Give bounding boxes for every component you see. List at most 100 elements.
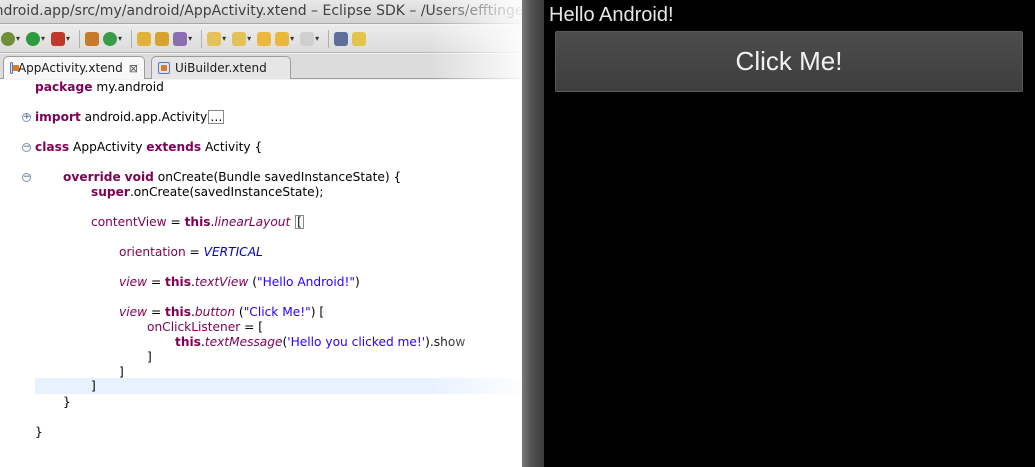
property: view [119, 305, 148, 319]
play-icon [26, 31, 41, 46]
chevron-down-icon[interactable]: ▾ [16, 34, 20, 43]
debug-button[interactable]: ▾ [0, 28, 24, 50]
search-button[interactable]: ▾ [172, 28, 196, 50]
previous-annotation-button[interactable]: ▾ [231, 28, 255, 50]
next-annotation-button[interactable]: ▾ [206, 28, 230, 50]
string-literal: "Click Me!" [243, 305, 311, 319]
back-button[interactable]: ▾ [274, 28, 298, 50]
open-resource-button[interactable] [154, 28, 171, 50]
property: orientation [119, 245, 186, 259]
eclipse-window: android.app/src/my/android/AppActivity.x… [0, 0, 522, 467]
property: contentView [91, 215, 167, 229]
click-me-button[interactable]: Click Me! [555, 31, 1023, 92]
tab-appactivity[interactable]: AppActivity.xtend ⊠ [3, 56, 145, 79]
chevron-down-icon[interactable]: ▾ [290, 34, 294, 43]
external-tools-button[interactable]: ▾ [50, 28, 74, 50]
code-line: ] [91, 379, 96, 393]
keyword: class [35, 140, 70, 154]
toolbar-separator [131, 29, 133, 48]
identifier: android.app.Activity [80, 110, 208, 124]
run-button[interactable]: ▾ [25, 28, 49, 50]
code-line: orientation = VERTICAL [119, 245, 263, 260]
code-line: class AppActivity extends Activity { [35, 140, 262, 155]
code-line: contentView = this.linearLayout [ [91, 215, 304, 230]
identifier: my.android [92, 80, 164, 94]
toolbar-separator [328, 29, 330, 48]
chevron-down-icon[interactable]: ▾ [41, 34, 45, 43]
operator: = [166, 215, 185, 229]
chevron-down-icon[interactable]: ▾ [66, 34, 70, 43]
code-line: super.onCreate(savedInstanceState); [91, 185, 323, 200]
arrow-left-icon [275, 31, 290, 46]
flashlight-icon [173, 31, 188, 46]
identifier: AppActivity [69, 140, 147, 154]
property: onClickListener [147, 320, 241, 334]
operator: ) [354, 275, 360, 289]
hello-text-view: Hello Android! [549, 4, 674, 26]
keyword: package [35, 80, 93, 94]
code-line: } [35, 425, 43, 439]
operator: = [185, 245, 204, 259]
close-icon[interactable]: ⊠ [129, 58, 138, 79]
identifier: onCreate(Bundle savedInstanceState) { [153, 170, 402, 184]
fold-expand-icon[interactable]: + [22, 113, 31, 122]
tab-uibuilder[interactable]: UiBuilder.xtend [151, 56, 291, 79]
fold-collapse-icon[interactable]: − [22, 173, 31, 182]
arrow-up-icon [232, 31, 247, 46]
toolbar: ▾ ▾ ▾ ▾ ▾ ▾ ▾ ▾ ▾ [0, 25, 522, 53]
chevron-down-icon[interactable]: ▾ [188, 34, 192, 43]
code-line: override void onCreate(Bundle savedInsta… [63, 170, 401, 185]
extension-method: textView [194, 275, 249, 289]
class-icon [103, 31, 118, 46]
string-literal: 'Hello you clicked me!' [287, 335, 426, 349]
code-line: ] [119, 365, 124, 379]
constant: VERTICAL [203, 245, 263, 259]
xtend-file-icon [158, 62, 170, 74]
tab-label: UiBuilder.xtend [175, 60, 267, 75]
last-edit-button[interactable] [256, 28, 273, 50]
code-editor[interactable]: package my.android + import android.app.… [0, 80, 522, 467]
chevron-down-icon[interactable]: ▾ [315, 34, 319, 43]
property: view [119, 275, 148, 289]
code-line: view = this.textView ("Hello Android!") [119, 275, 360, 290]
forward-button[interactable]: ▾ [299, 28, 323, 50]
code-line: this.textMessage('Hello you clicked me!'… [175, 335, 465, 350]
operator: ( [235, 305, 244, 319]
code-line: onClickListener = [ [147, 320, 263, 335]
arrow-right-icon [300, 31, 315, 46]
identifier: Activity { [201, 140, 263, 154]
keyword: override [63, 170, 121, 184]
pilcrow-icon [334, 31, 349, 46]
package-icon [85, 31, 100, 46]
new-class-button[interactable]: ▾ [102, 28, 126, 50]
toolbar-separator [201, 29, 203, 48]
extension-method: linearLayout [214, 215, 291, 229]
chevron-down-icon[interactable]: ▾ [222, 34, 226, 43]
android-emulator-screen: Hello Android! Click Me! [544, 0, 1035, 467]
keyword: void [124, 170, 154, 184]
editor-tab-bar: AppActivity.xtend ⊠ UiBuilder.xtend [0, 54, 522, 79]
code-line: import android.app.Activity… [35, 110, 225, 125]
editor-ruler [0, 80, 20, 467]
folded-region-marker[interactable]: … [208, 110, 225, 124]
fold-collapse-icon[interactable]: − [22, 143, 31, 152]
code-line: package my.android [35, 80, 164, 95]
extension-method: button [194, 305, 236, 319]
operator: ).show [425, 335, 466, 349]
chevron-down-icon[interactable]: ▾ [118, 34, 122, 43]
keyword: this [184, 215, 211, 229]
keyword: this [165, 275, 191, 289]
bug-icon [1, 31, 15, 46]
show-whitespace-button[interactable] [333, 28, 350, 50]
mark-occurrences-button[interactable] [351, 28, 368, 50]
matching-bracket: [ [295, 215, 304, 229]
chevron-down-icon[interactable]: ▾ [247, 34, 251, 43]
tab-label: AppActivity.xtend [17, 60, 123, 75]
window-divider [522, 0, 544, 467]
string-literal: "Hello Android!" [256, 275, 355, 289]
open-type-button[interactable] [136, 28, 153, 50]
folder-icon [155, 31, 170, 46]
new-package-button[interactable] [84, 28, 101, 50]
keyword: extends [146, 140, 202, 154]
code-line: ] [147, 350, 152, 364]
